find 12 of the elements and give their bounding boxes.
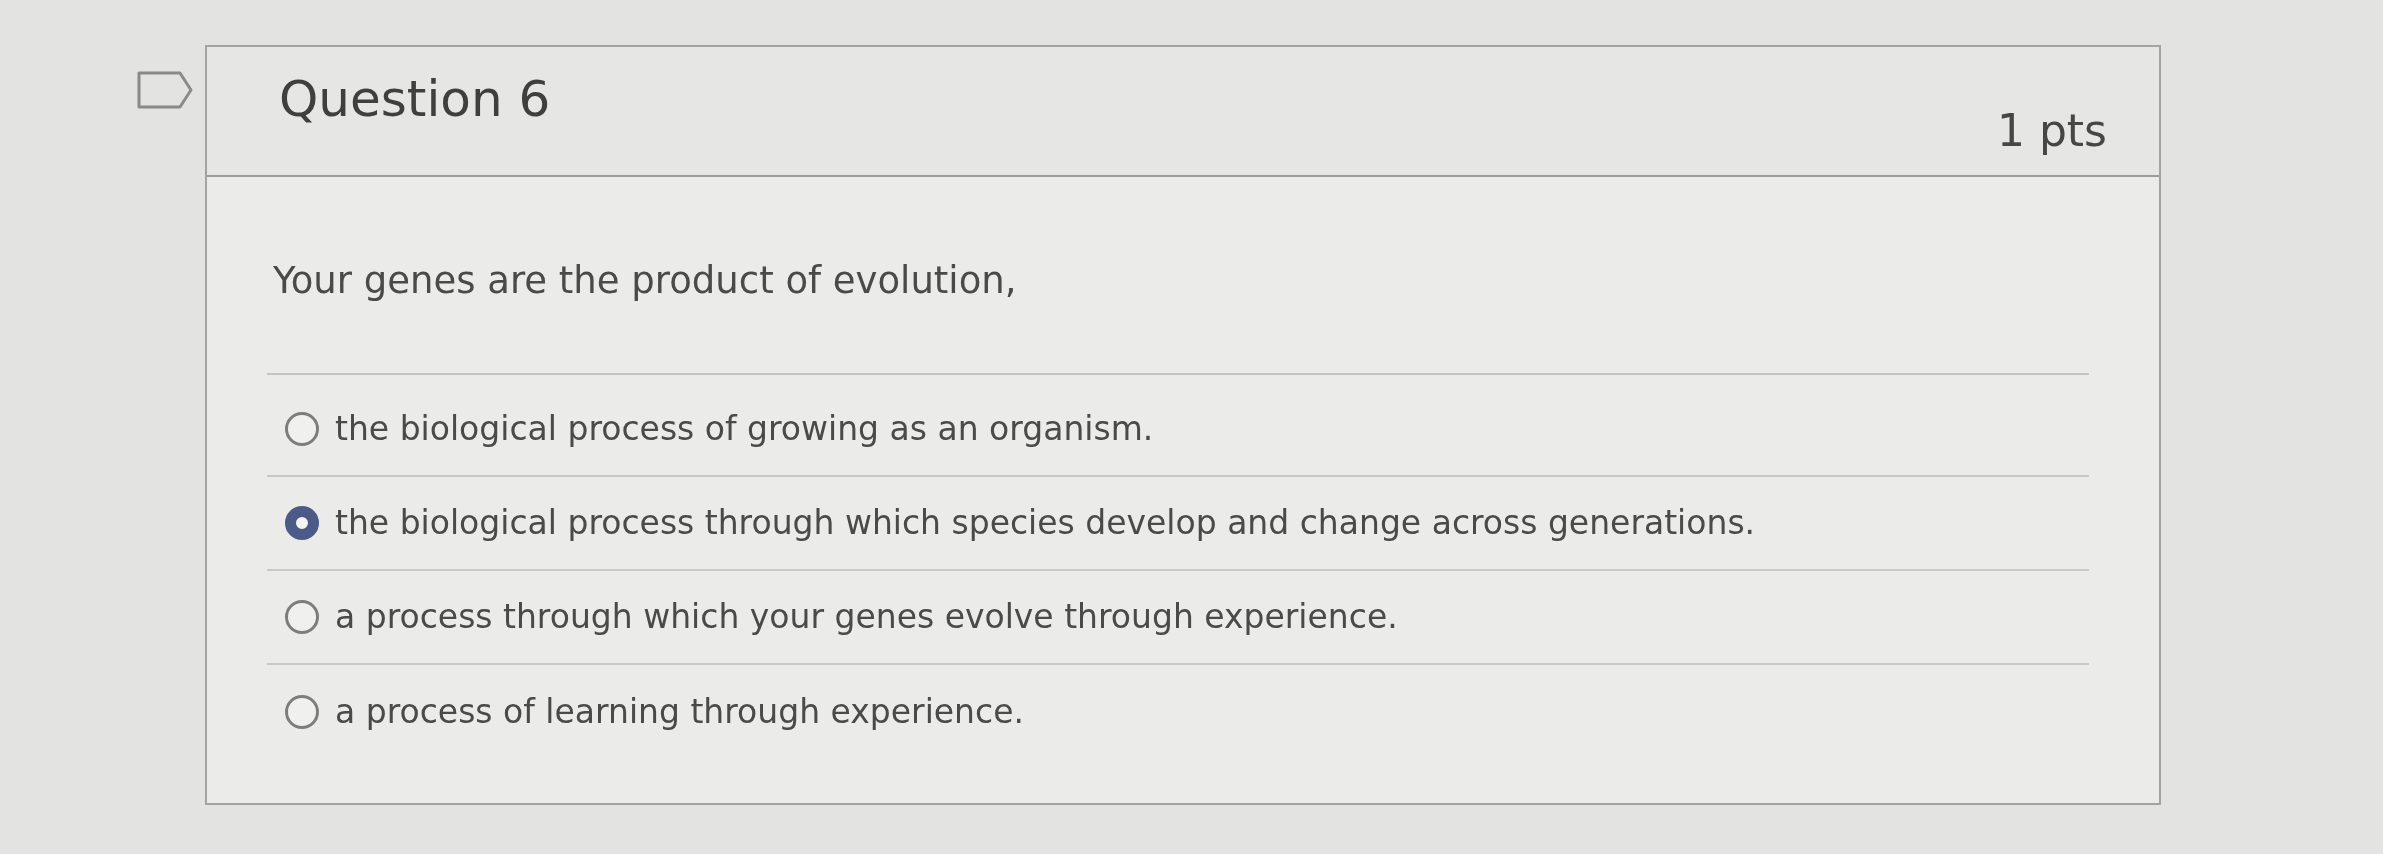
question-title: Question 6 bbox=[279, 69, 551, 129]
radio-button[interactable] bbox=[285, 412, 319, 447]
answer-label[interactable]: a process through which your genes evolve through experience. bbox=[335, 597, 1398, 637]
radio-button[interactable] bbox=[285, 600, 319, 635]
flag-icon[interactable] bbox=[136, 70, 194, 110]
radio-button[interactable] bbox=[285, 506, 319, 541]
question-points: 1 pts bbox=[1996, 105, 2107, 158]
answer-label[interactable]: the biological process through which species develop and change across generations. bbox=[335, 503, 1756, 543]
radio-button[interactable] bbox=[285, 695, 319, 730]
question-text: Your genes are the product of evolution, bbox=[273, 258, 1018, 304]
answer-label[interactable]: the biological process of growing as an organism. bbox=[335, 409, 1154, 449]
answer-label[interactable]: a process of learning through experience. bbox=[335, 692, 1024, 732]
